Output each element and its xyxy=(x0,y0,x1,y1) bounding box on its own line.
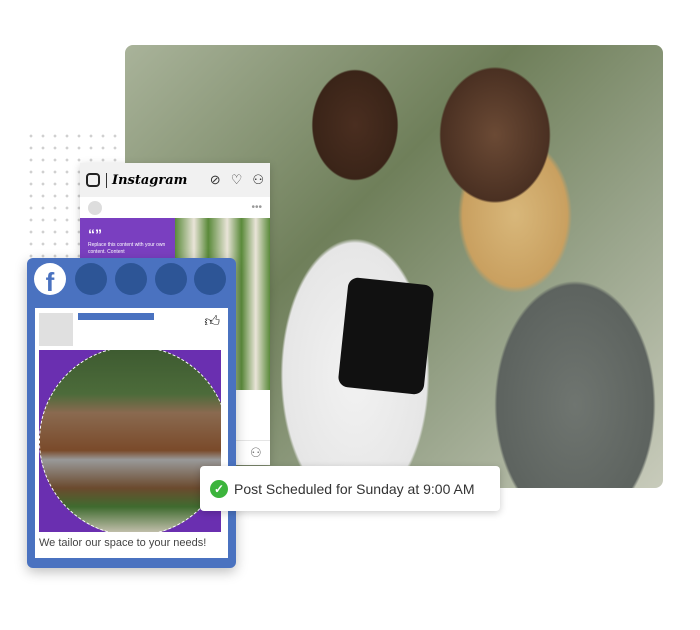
avatar-placeholder xyxy=(39,313,73,346)
facebook-icon: f xyxy=(34,263,66,295)
facebook-post-card: f 👍︎ We tailor our space to your needs! xyxy=(27,258,236,568)
user-icon[interactable]: ⚇ xyxy=(252,172,264,188)
check-circle-icon: ✓ xyxy=(210,479,228,498)
placeholder-circle xyxy=(115,263,147,295)
placeholder-circle xyxy=(194,263,226,295)
lodge-photo xyxy=(39,350,221,532)
profile-icon[interactable]: ⚇ xyxy=(250,445,262,461)
placeholder-circle xyxy=(75,263,107,295)
toast-message: Post Scheduled for Sunday at 9:00 AM xyxy=(234,480,475,497)
compass-icon[interactable]: ⊘ xyxy=(210,172,221,188)
scheduled-toast: ✓ Post Scheduled for Sunday at 9:00 AM xyxy=(200,466,500,511)
facebook-post: 👍︎ We tailor our space to your needs! xyxy=(35,308,228,558)
quote-mark: “” xyxy=(88,226,102,242)
name-placeholder-bar xyxy=(78,313,154,320)
heart-icon[interactable]: ♡ xyxy=(231,172,243,188)
instagram-logo: Instagram xyxy=(106,172,187,188)
instagram-icon xyxy=(86,173,100,187)
smartphone xyxy=(337,276,435,396)
post-caption: We tailor our space to your needs! xyxy=(39,537,207,549)
instagram-header: Instagram ⊘ ♡ ⚇ xyxy=(80,163,270,197)
thumbs-up-icon[interactable]: 👍︎ xyxy=(204,313,220,331)
more-icon[interactable]: ••• xyxy=(251,202,262,213)
placeholder-text: Replace this content with your own conte… xyxy=(88,242,166,255)
avatar xyxy=(88,200,102,215)
placeholder-circle xyxy=(155,263,187,295)
